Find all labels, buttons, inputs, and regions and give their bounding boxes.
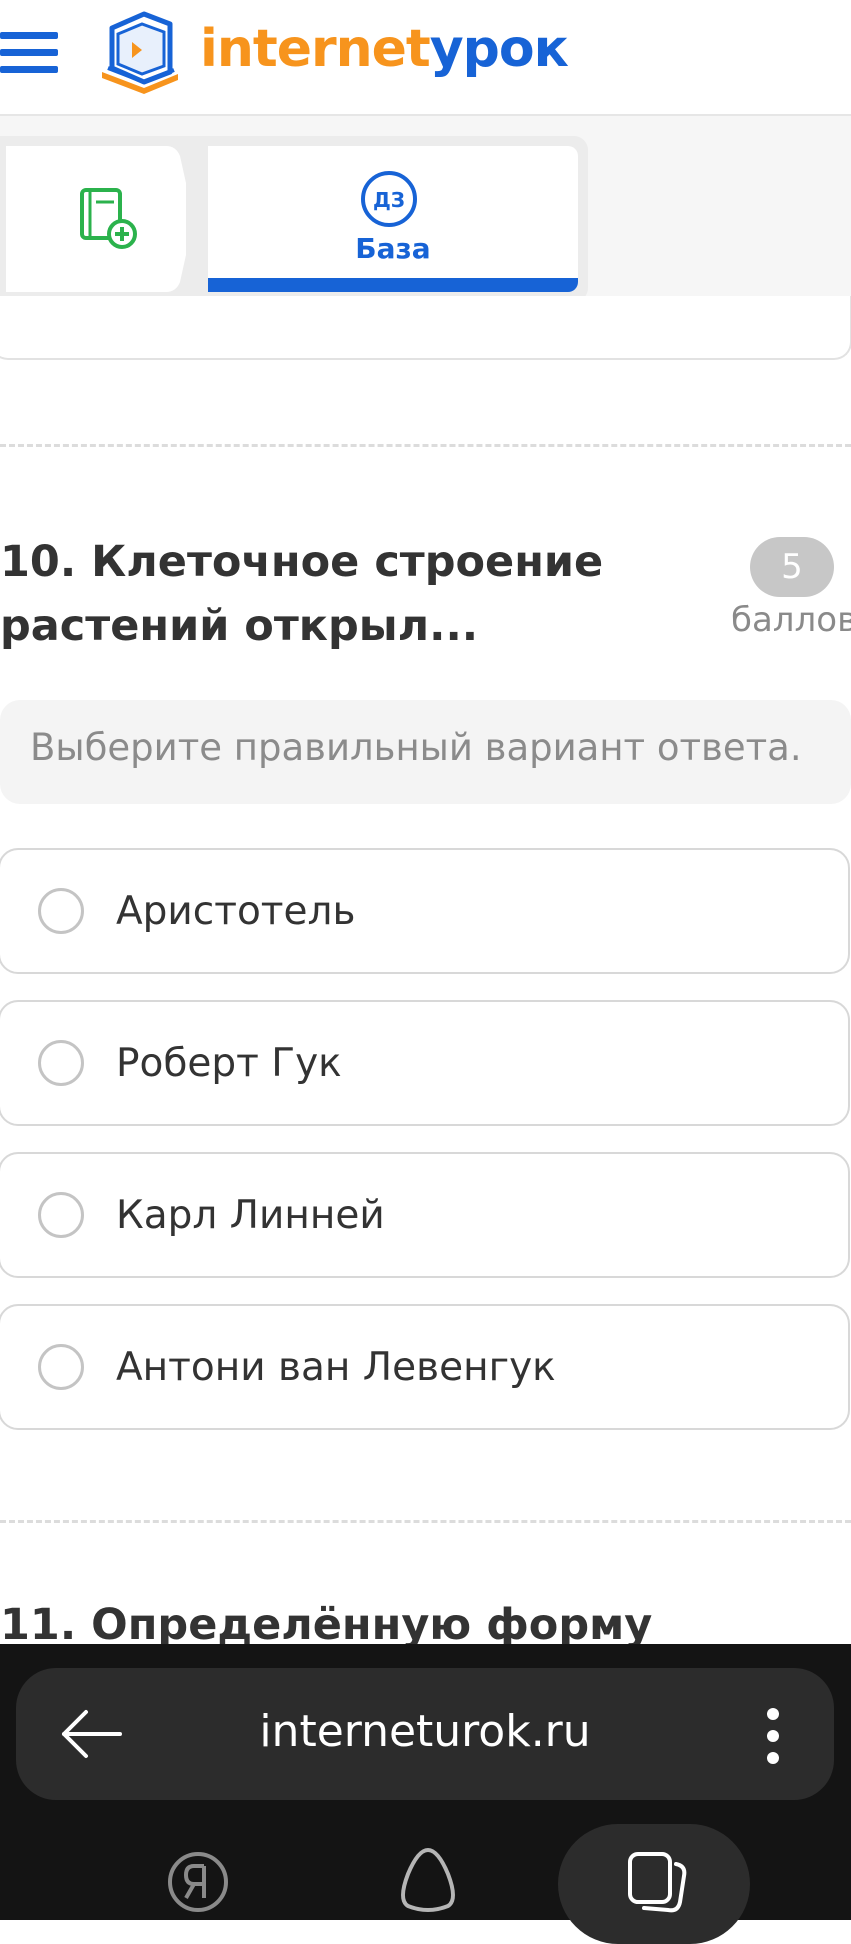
next-question-title: 11. Определённую форму (0, 1600, 653, 1650)
address-bar[interactable]: interneturok.ru (16, 1668, 834, 1800)
yandex-icon[interactable] (166, 1850, 230, 1914)
previous-question-card (0, 296, 851, 360)
hamburger-menu-icon[interactable] (0, 32, 58, 74)
answer-option[interactable]: Карл Линней (0, 1152, 850, 1278)
points-badge: 5 (750, 537, 834, 597)
radio-button[interactable] (38, 1040, 84, 1086)
kebab-menu-icon[interactable] (764, 1706, 780, 1766)
question-title-line2: растений открыл... (0, 601, 479, 651)
top-header: internetурок (0, 0, 851, 116)
radio-button[interactable] (38, 1192, 84, 1238)
tab-baza-label: База (355, 232, 431, 265)
question-title: 10. Клеточное строение растений открыл..… (0, 530, 700, 658)
radio-button[interactable] (38, 888, 84, 934)
homework-tabs-band: ДЗ База (0, 116, 851, 324)
divider (0, 1520, 851, 1523)
answer-option-label: Роберт Гук (116, 1041, 342, 1086)
divider (0, 444, 851, 447)
radio-button[interactable] (38, 1344, 84, 1390)
active-tab-indicator (208, 278, 578, 292)
answer-option-label: Карл Линней (116, 1193, 385, 1238)
url-text[interactable]: interneturok.ru (16, 1706, 834, 1757)
answer-hint: Выберите правильный вариант ответа. (0, 700, 851, 804)
answer-option-label: Антони ван Левенгук (116, 1345, 556, 1390)
dz-badge-text: ДЗ (373, 188, 405, 212)
logo-text-urok: урок (429, 19, 569, 79)
answer-option-label: Аристотель (116, 889, 356, 934)
alice-icon[interactable] (394, 1844, 462, 1914)
answer-option[interactable]: Аристотель (0, 848, 850, 974)
tab-add-homework[interactable] (6, 146, 186, 292)
tab-baza[interactable]: ДЗ База (208, 146, 578, 292)
answer-option[interactable]: Роберт Гук (0, 1000, 850, 1126)
book-logo-icon[interactable] (98, 10, 180, 94)
points-label: баллов (731, 600, 851, 640)
answer-option[interactable]: Антони ван Левенгук (0, 1304, 850, 1430)
dz-badge-icon: ДЗ (361, 171, 417, 227)
logo-text-internet: internet (200, 19, 431, 79)
question-title-line1: 10. Клеточное строение (0, 537, 604, 587)
answer-hint-text: Выберите правильный вариант ответа. (30, 726, 802, 769)
logo-text[interactable]: internetурок (200, 14, 569, 84)
tabs-icon[interactable] (622, 1850, 692, 1914)
